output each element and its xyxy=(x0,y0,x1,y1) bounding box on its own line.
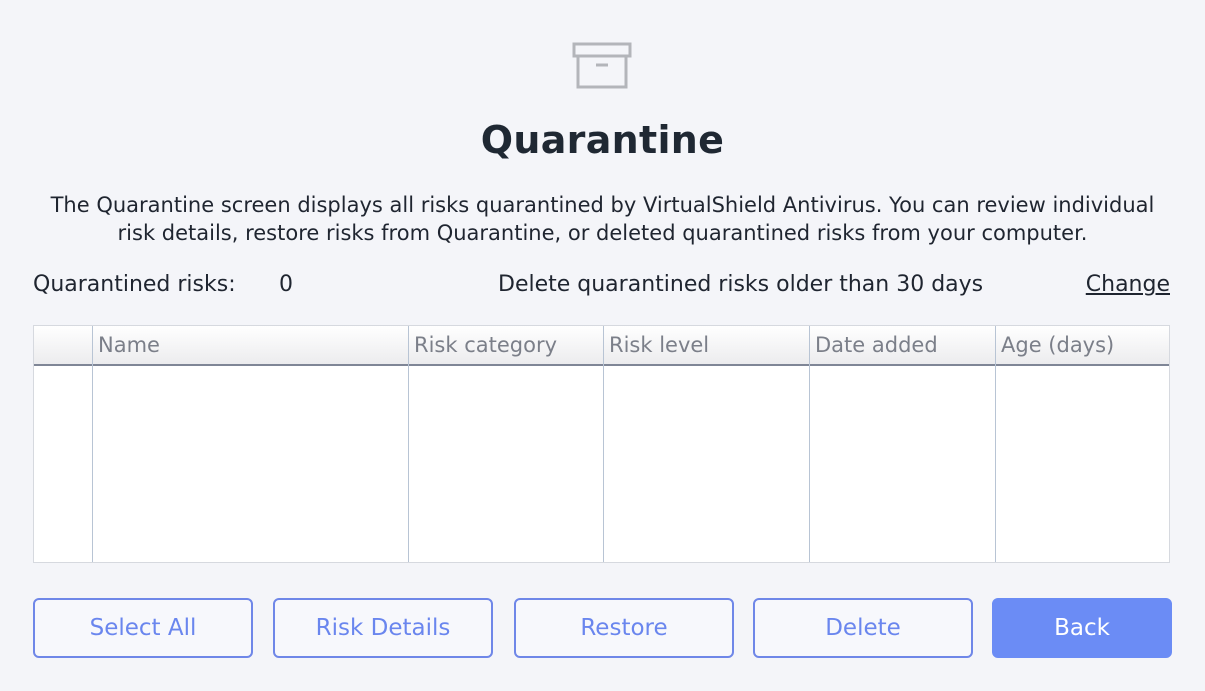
column-select[interactable] xyxy=(34,326,92,562)
quarantine-screen: Quarantine The Quarantine screen display… xyxy=(0,0,1205,691)
column-date-added[interactable]: Date added xyxy=(809,326,995,562)
page-description: The Quarantine screen displays all risks… xyxy=(50,193,1155,245)
restore-button[interactable]: Restore xyxy=(514,598,734,658)
column-header-select[interactable] xyxy=(34,326,92,366)
page-title: Quarantine xyxy=(480,118,725,162)
quarantined-risks-label: Quarantined risks: xyxy=(33,272,236,297)
back-button[interactable]: Back xyxy=(992,598,1172,658)
action-buttons: Select All Risk Details Restore Delete B… xyxy=(0,598,1205,658)
column-risk-category[interactable]: Risk category xyxy=(408,326,603,562)
column-name[interactable]: Name xyxy=(92,326,408,562)
risk-details-button[interactable]: Risk Details xyxy=(273,598,493,658)
quarantine-stats: Quarantined risks: 0 Delete quarantined … xyxy=(0,272,1205,304)
column-age-days[interactable]: Age (days) xyxy=(995,326,1169,562)
quarantine-table[interactable]: Name Risk category Risk level Date added… xyxy=(33,325,1170,563)
delete-button[interactable]: Delete xyxy=(753,598,973,658)
column-header-age-days[interactable]: Age (days) xyxy=(996,326,1169,366)
select-all-button[interactable]: Select All xyxy=(33,598,253,658)
delete-policy-text: Delete quarantined risks older than 30 d… xyxy=(498,272,984,297)
change-policy-link[interactable]: Change xyxy=(1086,272,1170,297)
column-risk-level[interactable]: Risk level xyxy=(603,326,809,562)
column-header-date-added[interactable]: Date added xyxy=(810,326,995,366)
archive-box-icon xyxy=(572,42,632,89)
column-header-risk-category[interactable]: Risk category xyxy=(409,326,603,366)
column-header-risk-level[interactable]: Risk level xyxy=(604,326,809,366)
quarantined-risks-count: 0 xyxy=(279,272,293,297)
column-header-name[interactable]: Name xyxy=(93,326,408,366)
